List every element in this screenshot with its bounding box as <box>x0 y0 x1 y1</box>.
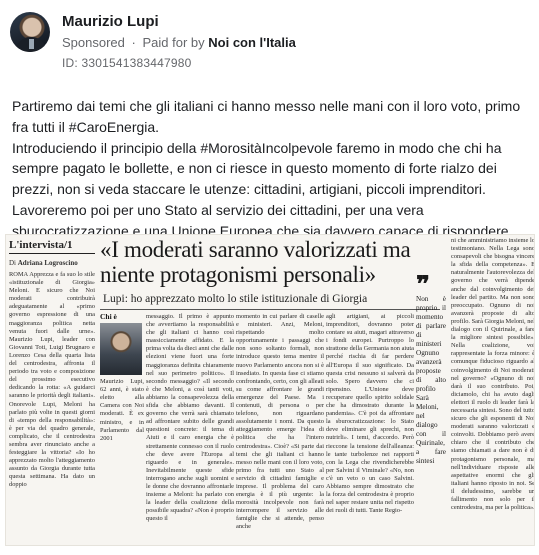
post-header: Maurizio Lupi Sponsored · Paid for by No… <box>10 12 530 72</box>
newspaper-clipping-image[interactable]: L'intervista/1 Di Adriana Logroscino «I … <box>5 234 535 546</box>
payer-link[interactable]: Noi con l'Italia <box>208 35 296 50</box>
article-column-5: ni che amministriamo insieme lo testimon… <box>451 237 535 512</box>
subhead-rule <box>100 309 440 310</box>
author-name[interactable]: Maurizio Lupi <box>62 13 159 30</box>
pull-quote: Non è proprio il momento di parlare di m… <box>416 295 446 465</box>
bio-label: Chi è <box>100 313 117 321</box>
byline-name: Adriana Logroscino <box>17 259 78 267</box>
bio-column: Chi è Maurizio Lupi, 62 anni, è stato el… <box>100 313 144 545</box>
byline-prefix: Di <box>9 259 16 267</box>
pull-quote-column: ❞ Non è proprio il momento di parlare di… <box>416 275 446 545</box>
sponsor-line: Sponsored · Paid for by Noi con l'Italia <box>62 35 296 50</box>
article-column-3: momento in cui parlare di caselle e mini… <box>236 313 324 531</box>
clipping-subhead: Lupi: ho apprezzato molto lo stile istit… <box>103 293 368 305</box>
paid-for-by-label: Paid for by <box>142 35 205 50</box>
post-paragraph: Introduciendo il principio della #Morosi… <box>12 139 502 198</box>
kicker-rule <box>9 253 95 254</box>
clipping-headline: «I moderati saranno valorizzati ma nient… <box>100 237 411 287</box>
article-column-4: agli artigiani, ai piccoli imprenditori,… <box>326 313 414 515</box>
avatar-tie <box>29 39 34 49</box>
post-paragraph: Partiremo dai temi che gli italiani ci h… <box>12 98 521 135</box>
sponsored-label: Sponsored <box>62 35 125 50</box>
post-body: Partiremo dai temi che gli italiani ci h… <box>12 96 530 242</box>
quote-mark-icon: ❞ <box>416 275 430 299</box>
separator-dot: · <box>131 35 136 50</box>
portrait-photo <box>100 323 142 376</box>
bio-text: Maurizio Lupi, 62 anni, è stato eletto a… <box>100 378 144 442</box>
clipping-kicker: L'intervista/1 <box>9 239 73 251</box>
article-column-1: ROMA Apprezza e fa suo lo stile «istituz… <box>9 271 95 489</box>
avatar[interactable] <box>10 12 50 52</box>
article-column-2: messaggio. Il primo è appunto che avvert… <box>146 313 234 523</box>
ad-id: ID: 3301541383447980 <box>62 56 192 70</box>
clipping-byline: Di Adriana Logroscino <box>9 259 78 267</box>
